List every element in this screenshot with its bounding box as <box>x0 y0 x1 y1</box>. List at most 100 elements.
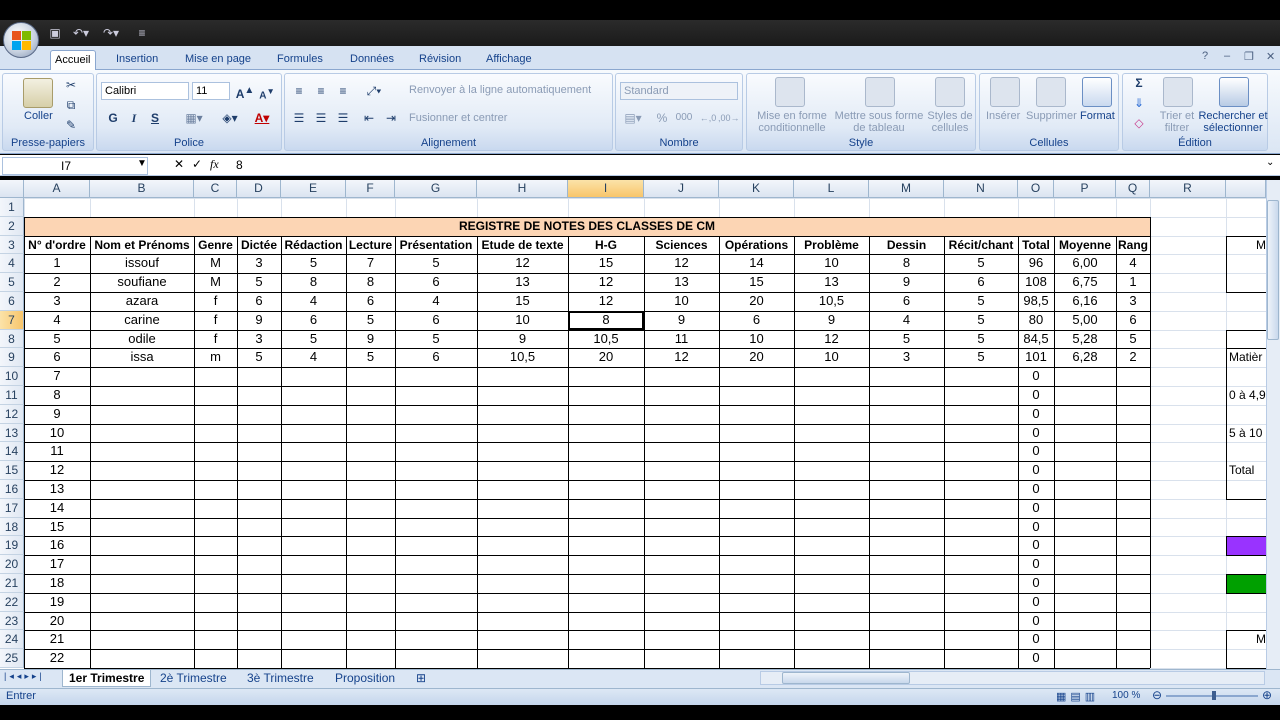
format-as-table-icon[interactable] <box>865 77 895 107</box>
row-header-23[interactable]: 23 <box>0 611 24 631</box>
fill-color-icon[interactable]: ◈▾ <box>215 109 245 127</box>
data-cell[interactable]: 6 <box>237 292 281 311</box>
copy-icon[interactable]: ⧉ <box>61 96 81 114</box>
font-name-select[interactable]: Calibri <box>101 82 189 100</box>
column-header-M[interactable]: M <box>869 180 944 198</box>
data-cell[interactable]: 0 <box>1018 405 1054 424</box>
customize-qat-icon[interactable]: ≡ <box>136 25 148 41</box>
data-cell[interactable]: 15 <box>24 518 90 537</box>
wrap-text-button[interactable]: Renvoyer à la ligne automatiquement <box>409 84 591 96</box>
data-cell[interactable]: 10 <box>794 348 869 367</box>
data-cell[interactable]: 8 <box>281 273 346 292</box>
data-cell[interactable]: 17 <box>24 555 90 574</box>
data-cell[interactable]: 9 <box>477 330 568 349</box>
data-cell[interactable]: 4 <box>24 311 90 330</box>
clear-icon[interactable]: ◇ <box>1129 114 1149 132</box>
insert-cells-button[interactable]: Insérer <box>986 110 1020 122</box>
data-cell[interactable]: 0 <box>1018 593 1054 612</box>
column-header-B[interactable]: B <box>90 180 194 198</box>
data-cell[interactable]: 10,5 <box>794 292 869 311</box>
data-cell[interactable]: 6 <box>944 273 1018 292</box>
borders-icon[interactable]: ▦▾ <box>179 109 209 127</box>
header-cell[interactable]: Etude de texte <box>477 236 568 255</box>
data-cell[interactable]: f <box>194 311 237 330</box>
confirm-entry-icon[interactable]: ✓ <box>192 157 202 171</box>
column-header-I[interactable]: I <box>568 180 644 198</box>
font-size-select[interactable]: 11 <box>192 82 230 100</box>
data-cell[interactable]: issouf <box>90 254 194 273</box>
sort-filter-icon[interactable] <box>1163 77 1193 107</box>
data-cell[interactable]: 10 <box>477 311 568 330</box>
data-cell[interactable]: 0 <box>1018 480 1054 499</box>
redo-icon[interactable]: ↷▾ <box>98 25 124 41</box>
insert-function-icon[interactable]: fx <box>210 157 219 172</box>
find-select-button[interactable]: Rechercher et sélectionner <box>1197 110 1269 134</box>
data-cell[interactable]: 0 <box>1018 386 1054 405</box>
data-cell[interactable]: 21 <box>24 630 90 649</box>
row-header-10[interactable]: 10 <box>0 367 24 386</box>
data-cell[interactable]: 5,00 <box>1054 311 1116 330</box>
data-cell[interactable]: 0 <box>1018 461 1054 480</box>
data-cell[interactable]: 10 <box>719 330 794 349</box>
column-header-N[interactable]: N <box>944 180 1018 198</box>
header-cell[interactable]: Rédaction <box>281 236 346 255</box>
data-cell[interactable]: 2 <box>1116 348 1150 367</box>
data-cell[interactable]: 5 <box>944 311 1018 330</box>
row-header-6[interactable]: 6 <box>0 292 24 311</box>
format-as-table-button[interactable]: Mettre sous forme de tableau <box>833 110 925 134</box>
data-cell[interactable]: f <box>194 330 237 349</box>
data-cell[interactable]: 6,28 <box>1054 348 1116 367</box>
delete-cells-button[interactable]: Supprimer <box>1026 110 1077 122</box>
data-cell[interactable]: 20 <box>719 348 794 367</box>
insert-cells-icon[interactable] <box>990 77 1020 107</box>
insert-sheet-icon[interactable]: ⊞ <box>410 670 432 687</box>
percent-button[interactable]: % <box>652 109 672 127</box>
data-cell[interactable]: 6,75 <box>1054 273 1116 292</box>
row-header-18[interactable]: 18 <box>0 517 24 537</box>
side-panel-cell[interactable]: M <box>1226 236 1266 255</box>
data-cell[interactable]: 6 <box>395 273 477 292</box>
undo-icon[interactable]: ↶▾ <box>68 25 94 41</box>
data-cell[interactable]: 5,28 <box>1054 330 1116 349</box>
tab-revision[interactable]: Révision <box>415 50 465 70</box>
data-cell[interactable]: 6 <box>719 311 794 330</box>
data-cell[interactable]: 0 <box>1018 367 1054 386</box>
zoom-in-icon[interactable]: ⊕ <box>1262 688 1272 702</box>
cell-styles-button[interactable]: Styles de cellules <box>925 110 975 134</box>
decrease-decimal-icon[interactable]: ,00→ <box>718 109 740 127</box>
data-cell[interactable]: 9 <box>237 311 281 330</box>
row-header-5[interactable]: 5 <box>0 273 24 292</box>
row-header-19[interactable]: 19 <box>0 536 24 556</box>
row-header-8[interactable]: 8 <box>0 329 24 349</box>
data-cell[interactable]: 3 <box>237 254 281 273</box>
paste-icon[interactable] <box>23 78 53 108</box>
side-panel-cell[interactable]: Total <box>1226 461 1266 480</box>
data-cell[interactable]: 5 <box>281 254 346 273</box>
row-header-22[interactable]: 22 <box>0 592 24 612</box>
data-cell[interactable]: odile <box>90 330 194 349</box>
sheet-tab-1er-trimestre[interactable]: 1er Trimestre <box>62 670 152 687</box>
column-header-P[interactable]: P <box>1054 180 1116 198</box>
align-middle-icon[interactable]: ≡ <box>311 82 331 100</box>
align-left-icon[interactable]: ☰ <box>289 109 309 127</box>
column-header-Q[interactable]: Q <box>1116 180 1150 198</box>
data-cell[interactable]: 0 <box>1018 555 1054 574</box>
data-cell[interactable]: 5 <box>346 311 395 330</box>
side-panel-cell[interactable]: 5 à 10 <box>1226 424 1266 443</box>
data-cell[interactable]: 20 <box>719 292 794 311</box>
tab-donnees[interactable]: Données <box>346 50 398 70</box>
data-cell[interactable]: 20 <box>568 348 644 367</box>
conditional-format-icon[interactable] <box>775 77 805 107</box>
align-bottom-icon[interactable]: ≡ <box>333 82 353 100</box>
formula-input[interactable]: 8 <box>236 158 243 172</box>
data-cell[interactable]: 0 <box>1018 649 1054 668</box>
data-cell[interactable]: 6 <box>281 311 346 330</box>
increase-indent-icon[interactable]: ⇥ <box>381 109 401 127</box>
data-cell[interactable]: 5 <box>1116 330 1150 349</box>
data-cell[interactable]: 3 <box>869 348 944 367</box>
data-cell[interactable]: 15 <box>568 254 644 273</box>
data-cell[interactable]: 5 <box>869 330 944 349</box>
column-header-K[interactable]: K <box>719 180 794 198</box>
column-header-H[interactable]: H <box>477 180 568 198</box>
zoom-slider-thumb[interactable] <box>1212 691 1216 700</box>
